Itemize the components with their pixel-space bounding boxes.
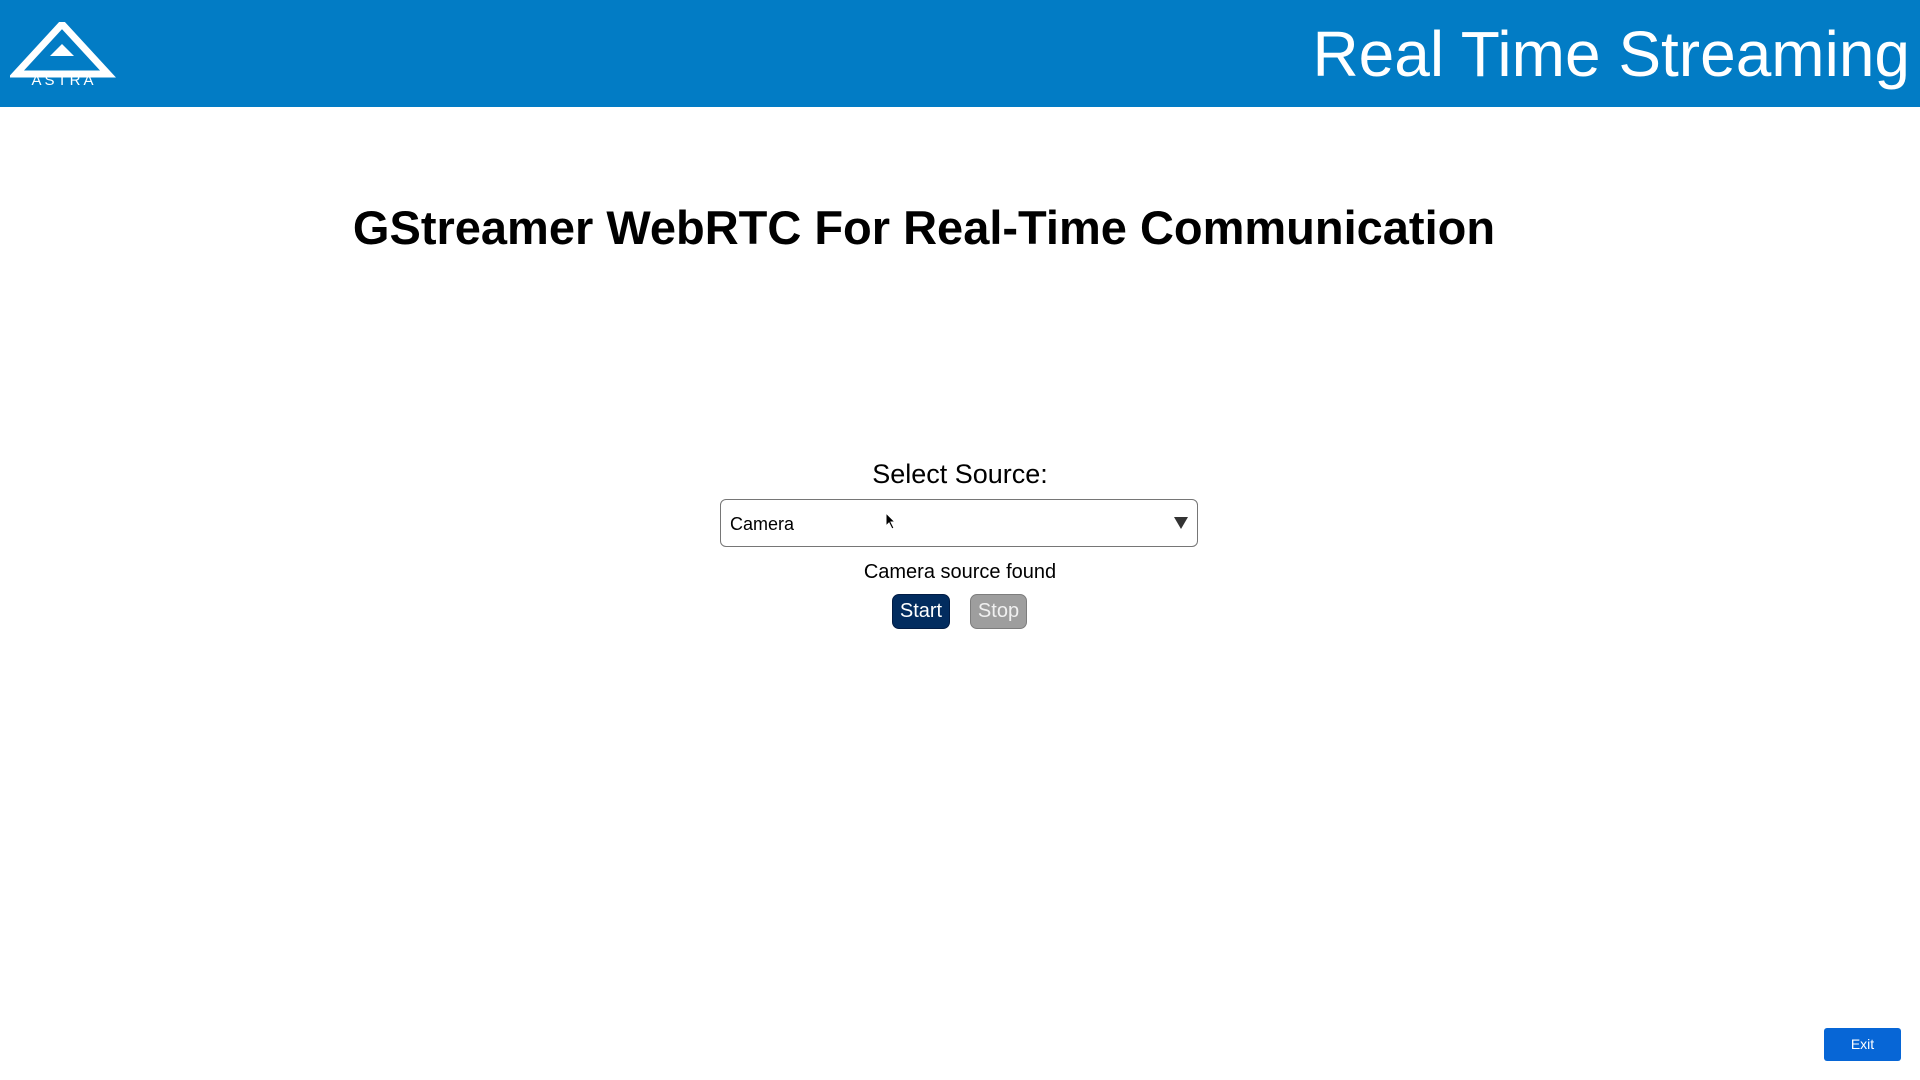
start-button[interactable]: Start xyxy=(892,594,950,629)
source-select[interactable]: Camera xyxy=(720,499,1198,547)
select-source-label: Select Source: xyxy=(872,459,1048,489)
mouse-pointer-icon xyxy=(885,511,897,530)
app-page: ASTRA Real Time Streaming GStreamer WebR… xyxy=(0,0,1920,1080)
source-select-value: Camera xyxy=(730,514,795,534)
astra-logo: ASTRA xyxy=(10,22,118,88)
stop-button[interactable]: Stop xyxy=(970,594,1027,629)
page-heading: GStreamer WebRTC For Real-Time Communica… xyxy=(352,201,1496,254)
app-title: Real Time Streaming xyxy=(1312,18,1910,90)
triangle-down-icon xyxy=(1173,515,1189,531)
exit-button[interactable]: Exit xyxy=(1824,1028,1901,1061)
status-text: Camera source found xyxy=(863,561,1057,583)
svg-text:ASTRA: ASTRA xyxy=(31,72,96,88)
header-bar: ASTRA Real Time Streaming xyxy=(0,0,1920,107)
